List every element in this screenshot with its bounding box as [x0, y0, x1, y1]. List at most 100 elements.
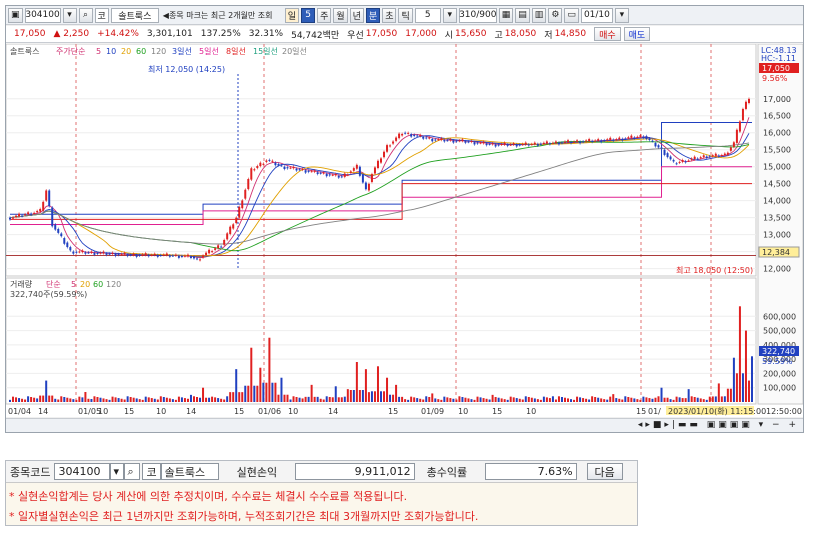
period-tick[interactable]: 틱 — [398, 7, 413, 23]
period-second[interactable]: 초 — [382, 7, 397, 23]
interval-dropdown-icon[interactable]: ▾ — [442, 7, 457, 23]
volume-bar — [627, 397, 630, 402]
legend-name: 솔트룩스 — [10, 47, 39, 56]
period-week[interactable]: 주 — [317, 7, 332, 23]
price-chart-area[interactable]: 17,000 16,500 16,000 15,500 15,000 14,500 14,0… — [5, 43, 804, 417]
chart-scroll-bar[interactable]: ◂▸■▸|▬▬ ▣▣▣▣ ▾ − + — [6, 418, 803, 432]
panel-code-input[interactable]: 304100 — [54, 463, 111, 480]
volume-bar — [434, 398, 437, 402]
candle — [506, 144, 509, 146]
candle — [165, 253, 168, 256]
candle — [527, 144, 530, 146]
candle — [732, 142, 735, 147]
code-dropdown-icon[interactable]: ▾ — [62, 7, 77, 23]
candle — [238, 206, 241, 218]
volume-bar — [527, 397, 530, 402]
candle — [138, 255, 141, 257]
legend-band5: 5일선 — [199, 47, 219, 56]
calendar-icon[interactable]: ▭ — [564, 7, 579, 23]
candle — [180, 256, 183, 258]
code-input[interactable]: 304100 — [24, 7, 61, 23]
volume-bar — [512, 397, 515, 402]
settings-icon[interactable]: ⚙ — [548, 7, 563, 23]
sell-button[interactable]: 매도 — [623, 27, 651, 41]
candle — [81, 250, 84, 253]
volume-bar — [208, 397, 211, 402]
rate-value: 7.63% — [484, 463, 577, 480]
candle — [395, 137, 398, 141]
candle — [702, 155, 705, 158]
search-icon[interactable]: ⌕ — [78, 7, 93, 23]
candle — [443, 140, 446, 142]
period-month[interactable]: 월 — [333, 7, 348, 23]
price-tick: 13,000 — [763, 231, 791, 240]
volume-bar — [639, 399, 642, 402]
volume-bar — [714, 396, 717, 402]
volume-bar — [666, 397, 669, 402]
high-price: 18,050 — [504, 29, 537, 39]
volume-bar — [570, 399, 573, 402]
candle — [177, 255, 180, 258]
candle — [642, 136, 645, 138]
volume-bar — [292, 396, 295, 402]
volume-bar — [693, 397, 696, 402]
volume-bar — [636, 399, 639, 402]
candle — [30, 213, 33, 215]
volume-bar — [265, 382, 268, 402]
volume-bar — [398, 396, 401, 402]
volume-bar — [615, 398, 618, 402]
grid-icon[interactable]: ▦ — [498, 7, 514, 23]
candle — [316, 172, 319, 175]
volume-bar — [295, 397, 298, 402]
next-button[interactable]: 다음 — [586, 463, 623, 480]
volume-bar — [494, 397, 497, 402]
candle — [295, 168, 298, 171]
candle — [192, 256, 195, 259]
candle — [265, 160, 268, 162]
period-day[interactable]: 일 — [284, 7, 300, 23]
candle — [464, 141, 467, 143]
open-price: 15,650 — [455, 29, 487, 39]
candle — [24, 214, 27, 216]
volume-bar — [404, 399, 407, 402]
candle — [373, 167, 376, 174]
volume-bar — [612, 394, 615, 402]
pref-price: 17,050 — [365, 29, 398, 39]
chart-type-icon[interactable]: ▤ — [515, 7, 530, 23]
candle — [735, 129, 738, 143]
period-day-count[interactable]: 5 — [301, 7, 316, 23]
volume-bar — [678, 397, 681, 402]
volume-bar — [211, 396, 214, 402]
candle — [319, 172, 322, 174]
panel-search-icon[interactable]: ⌕ — [124, 463, 141, 480]
vol-cur-pct-tag: 59.59% — [762, 357, 793, 366]
candle — [280, 165, 283, 167]
volume-bar — [530, 397, 533, 402]
panel-code-dropdown-icon[interactable]: ▾ — [110, 463, 125, 480]
candle — [162, 254, 165, 256]
candle — [567, 140, 570, 143]
candle — [639, 135, 642, 137]
candle — [250, 168, 253, 180]
date-dropdown-icon[interactable]: ▾ — [614, 7, 629, 23]
period-minute[interactable]: 분 — [365, 7, 381, 23]
volume-bar — [256, 385, 259, 402]
candle — [199, 259, 202, 261]
candle — [738, 121, 741, 132]
stock-name: 솔트룩스 — [110, 7, 159, 23]
candle — [283, 166, 286, 170]
volume-bar — [515, 398, 518, 402]
candle — [289, 167, 292, 169]
date-input[interactable]: 01/10 — [580, 7, 613, 23]
interval-select[interactable]: 5 — [414, 7, 441, 23]
window-icon[interactable]: ▣ — [8, 7, 23, 23]
candle — [36, 210, 39, 213]
buy-button[interactable]: 매수 — [594, 27, 621, 41]
volume-bar — [521, 399, 524, 402]
save-icon[interactable]: ▥ — [531, 7, 547, 23]
price-tick: 12,000 — [763, 265, 791, 274]
period-year[interactable]: 년 — [349, 7, 364, 23]
nav-controls[interactable]: ◂▸■▸|▬▬ ▣▣▣▣ ▾ − + — [638, 420, 799, 430]
volume-bar — [373, 391, 376, 402]
volume-bar — [744, 330, 747, 402]
